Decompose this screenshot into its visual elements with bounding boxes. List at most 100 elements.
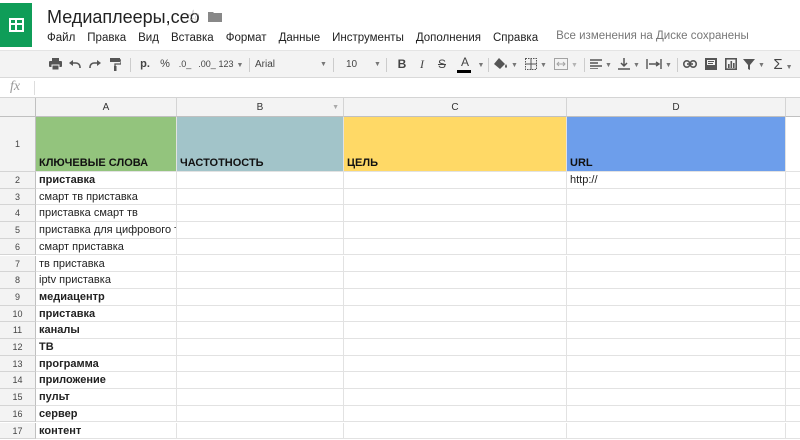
cell-b[interactable] bbox=[177, 205, 344, 223]
cell-a[interactable]: приставка bbox=[36, 305, 177, 323]
cell-a[interactable]: программа bbox=[36, 355, 177, 373]
menu-insert[interactable]: Вставка bbox=[171, 30, 214, 46]
sheets-logo-icon[interactable] bbox=[0, 3, 32, 47]
cell-a[interactable]: контент bbox=[36, 422, 177, 440]
column-header-b[interactable]: B ▼ bbox=[177, 98, 344, 117]
text-color-button[interactable]: A bbox=[454, 51, 476, 78]
row-number[interactable]: 17 bbox=[0, 422, 36, 440]
cell-b[interactable] bbox=[177, 389, 344, 406]
cell-c[interactable] bbox=[344, 389, 567, 406]
cell-c[interactable] bbox=[344, 288, 567, 306]
cell-c[interactable] bbox=[344, 238, 567, 256]
font-family-select[interactable]: Arial ▼ bbox=[255, 51, 327, 78]
row-number[interactable]: 8 bbox=[0, 272, 36, 289]
print-icon[interactable] bbox=[46, 51, 64, 78]
row-number[interactable]: 7 bbox=[0, 255, 36, 273]
cell-a[interactable]: приставка bbox=[36, 172, 177, 189]
cell-e[interactable] bbox=[786, 306, 800, 323]
cell-c[interactable] bbox=[344, 305, 567, 323]
cell-e[interactable] bbox=[786, 222, 800, 239]
cell-d[interactable] bbox=[567, 355, 786, 373]
cell-d[interactable] bbox=[567, 272, 786, 289]
cell-b[interactable] bbox=[177, 322, 344, 339]
cell-a[interactable]: каналы bbox=[36, 322, 177, 339]
star-icon[interactable]: ☆ bbox=[186, 8, 200, 26]
row-number[interactable]: 16 bbox=[0, 405, 36, 423]
cell-d[interactable]: http:// bbox=[567, 172, 786, 189]
column-header-c[interactable]: C bbox=[344, 98, 567, 117]
cell-c[interactable] bbox=[344, 205, 567, 223]
cell-e[interactable] bbox=[786, 239, 800, 256]
cell-c[interactable] bbox=[344, 272, 567, 289]
folder-icon[interactable] bbox=[208, 11, 222, 22]
cell-e[interactable] bbox=[786, 322, 800, 339]
cell-e[interactable] bbox=[786, 205, 800, 223]
cell-c[interactable] bbox=[344, 355, 567, 373]
cell-e[interactable] bbox=[786, 189, 800, 206]
row-number[interactable]: 6 bbox=[0, 238, 36, 256]
cell-a[interactable]: приставка для цифрового тв bbox=[36, 222, 177, 239]
cell-e[interactable] bbox=[786, 339, 800, 356]
save-status[interactable]: Все изменения на Диске сохранены bbox=[556, 30, 749, 46]
increase-decimals-button[interactable]: .00_ bbox=[196, 51, 218, 78]
cell-a[interactable]: приложение bbox=[36, 372, 177, 390]
cell-c[interactable] bbox=[344, 339, 567, 356]
row-number[interactable]: 5 bbox=[0, 222, 36, 239]
borders-icon[interactable]: ▼ bbox=[522, 51, 550, 78]
decrease-decimals-button[interactable]: .0_ bbox=[175, 51, 195, 78]
cell-d[interactable] bbox=[567, 372, 786, 390]
cell-b[interactable] bbox=[177, 288, 344, 306]
cell-a[interactable]: смарт приставка bbox=[36, 238, 177, 256]
cell-e[interactable] bbox=[786, 356, 800, 373]
row-number[interactable]: 1 bbox=[0, 117, 36, 172]
cell-b[interactable] bbox=[177, 405, 344, 423]
cell-d[interactable] bbox=[567, 238, 786, 256]
cell-e[interactable] bbox=[786, 256, 800, 273]
row-number[interactable]: 11 bbox=[0, 322, 36, 339]
cell-c[interactable] bbox=[344, 405, 567, 423]
filter-icon[interactable]: ▼ bbox=[741, 51, 767, 78]
cell-a[interactable]: пульт bbox=[36, 389, 177, 406]
currency-format-button[interactable]: р. bbox=[136, 51, 154, 78]
cell-e[interactable] bbox=[786, 117, 800, 172]
cell-c[interactable] bbox=[344, 255, 567, 273]
text-wrap-icon[interactable]: ▼ bbox=[644, 51, 674, 78]
row-number[interactable]: 3 bbox=[0, 188, 36, 206]
document-title[interactable]: Медиаплееры,сео bbox=[47, 7, 200, 28]
align-left-icon[interactable]: ▼ bbox=[588, 51, 614, 78]
cell-e[interactable] bbox=[786, 406, 800, 423]
cell-a[interactable]: приставка смарт тв bbox=[36, 205, 177, 223]
percent-format-button[interactable]: % bbox=[157, 51, 173, 78]
formula-input[interactable] bbox=[40, 80, 790, 96]
cell-c[interactable] bbox=[344, 372, 567, 390]
cell-e[interactable] bbox=[786, 272, 800, 289]
cell-a[interactable]: медиацентр bbox=[36, 288, 177, 306]
sum-icon[interactable]: Σ ▼ bbox=[770, 51, 796, 78]
header-cell-b[interactable]: ЧАСТОТНОСТЬ bbox=[177, 117, 344, 172]
header-cell-a[interactable]: КЛЮЧЕВЫЕ СЛОВА bbox=[36, 117, 177, 172]
column-header-d[interactable]: D bbox=[567, 98, 786, 117]
link-icon[interactable] bbox=[681, 51, 699, 78]
cell-d[interactable] bbox=[567, 255, 786, 273]
undo-icon[interactable] bbox=[66, 51, 84, 78]
select-all-corner[interactable] bbox=[0, 98, 36, 117]
menu-addons[interactable]: Дополнения bbox=[416, 30, 481, 46]
cell-b[interactable] bbox=[177, 422, 344, 440]
cell-d[interactable] bbox=[567, 389, 786, 406]
paint-format-icon[interactable] bbox=[106, 51, 124, 78]
cell-b[interactable] bbox=[177, 222, 344, 239]
column-menu-icon[interactable]: ▼ bbox=[332, 98, 339, 117]
cell-a[interactable]: iptv приставка bbox=[36, 272, 177, 289]
column-header-a[interactable]: A bbox=[36, 98, 177, 117]
caret-down-icon[interactable]: ▼ bbox=[477, 51, 485, 78]
font-size-select[interactable]: 10 ▼ bbox=[340, 51, 381, 78]
cell-d[interactable] bbox=[567, 405, 786, 423]
italic-button[interactable]: I bbox=[414, 51, 430, 78]
cell-a[interactable]: сервер bbox=[36, 405, 177, 423]
cell-c[interactable] bbox=[344, 222, 567, 239]
cell-c[interactable] bbox=[344, 422, 567, 440]
cell-a[interactable]: смарт тв приставка bbox=[36, 188, 177, 206]
cell-d[interactable] bbox=[567, 339, 786, 356]
menu-file[interactable]: Файл bbox=[47, 30, 75, 46]
cell-d[interactable] bbox=[567, 188, 786, 206]
